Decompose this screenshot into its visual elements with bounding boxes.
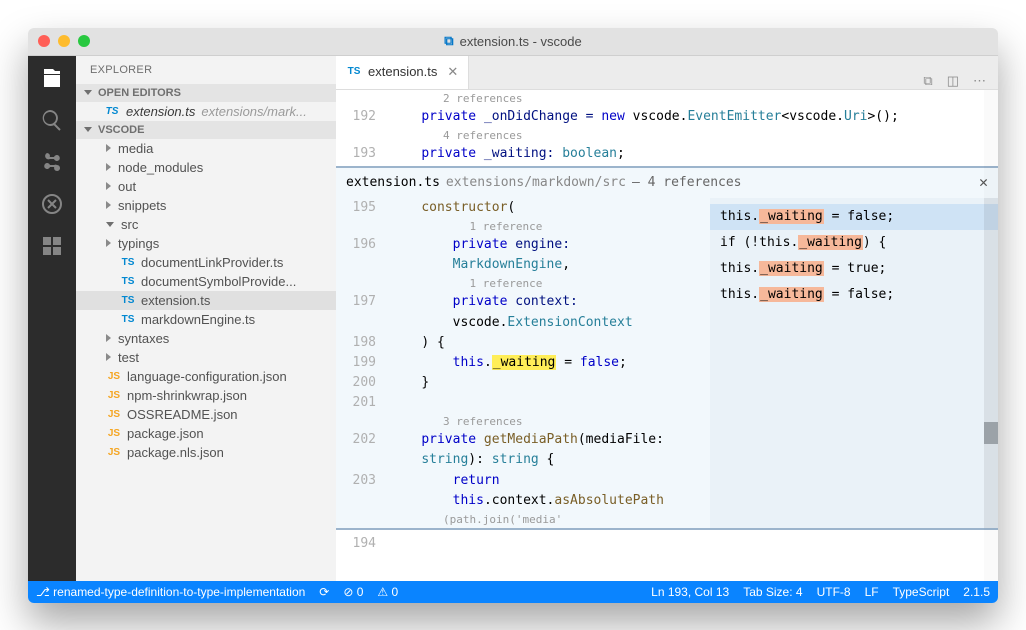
language-mode[interactable]: TypeScript bbox=[893, 585, 950, 599]
ts-file-icon: TS bbox=[120, 257, 136, 268]
minimize-window-button[interactable] bbox=[58, 35, 70, 47]
scm-icon[interactable] bbox=[40, 150, 64, 174]
close-tab-icon[interactable]: ✕ bbox=[447, 64, 458, 80]
search-icon[interactable] bbox=[40, 108, 64, 132]
file-item[interactable]: TSmarkdownEngine.ts bbox=[76, 310, 336, 329]
titlebar: ⧉ extension.ts - vscode bbox=[28, 28, 998, 56]
reference-item[interactable]: this._waiting = false; bbox=[710, 282, 998, 308]
sync-icon[interactable]: ⟳ bbox=[319, 585, 329, 599]
editor-group: TS extension.ts ✕ ⧉ ◫ ⋯ 2 references 192… bbox=[336, 56, 998, 581]
eol[interactable]: LF bbox=[865, 585, 879, 599]
window-title: extension.ts - vscode bbox=[460, 34, 582, 49]
open-editors-header[interactable]: OPEN EDITORS bbox=[76, 84, 336, 102]
version[interactable]: 2.1.5 bbox=[963, 585, 990, 599]
status-bar: ⎇ renamed-type-definition-to-type-implem… bbox=[28, 581, 998, 603]
close-window-button[interactable] bbox=[38, 35, 50, 47]
js-file-icon: JS bbox=[106, 390, 122, 401]
editor-scrollbar[interactable] bbox=[984, 90, 998, 581]
reference-item[interactable]: if (!this._waiting) { bbox=[710, 230, 998, 256]
workspace-header[interactable]: VSCODE bbox=[76, 121, 336, 139]
file-item[interactable]: JSpackage.json bbox=[76, 424, 336, 443]
debug-icon[interactable] bbox=[40, 192, 64, 216]
explorer-icon[interactable] bbox=[40, 66, 64, 90]
errors-count[interactable]: ⊘ 0 bbox=[343, 585, 363, 599]
git-branch[interactable]: ⎇ renamed-type-definition-to-type-implem… bbox=[36, 585, 305, 599]
app-window: ⧉ extension.ts - vscode EXPLORER OPEN EDI… bbox=[28, 28, 998, 603]
file-tree: medianode_modulesoutsnippetssrctypingsTS… bbox=[76, 139, 336, 462]
file-item[interactable]: TSextension.ts bbox=[76, 291, 336, 310]
file-item[interactable]: TSdocumentSymbolProvide... bbox=[76, 272, 336, 291]
js-file-icon: JS bbox=[106, 409, 122, 420]
ts-file-icon: TS bbox=[346, 66, 362, 77]
folder-item[interactable]: node_modules bbox=[76, 158, 336, 177]
extensions-icon[interactable] bbox=[40, 234, 64, 258]
folder-item[interactable]: snippets bbox=[76, 196, 336, 215]
js-file-icon: JS bbox=[106, 447, 122, 458]
activity-bar bbox=[28, 56, 76, 581]
peek-count: – 4 references bbox=[632, 173, 742, 193]
ts-file-icon: TS bbox=[120, 276, 136, 287]
file-item[interactable]: JSpackage.nls.json bbox=[76, 443, 336, 462]
more-actions-icon[interactable]: ⋯ bbox=[973, 73, 986, 89]
folder-item[interactable]: out bbox=[76, 177, 336, 196]
file-item[interactable]: JSnpm-shrinkwrap.json bbox=[76, 386, 336, 405]
folder-item[interactable]: typings bbox=[76, 234, 336, 253]
encoding[interactable]: UTF-8 bbox=[817, 585, 851, 599]
js-file-icon: JS bbox=[106, 371, 122, 382]
tab-bar: TS extension.ts ✕ ⧉ ◫ ⋯ bbox=[336, 56, 998, 90]
reference-item[interactable]: this._waiting = false; bbox=[710, 204, 998, 230]
peek-references-icon[interactable]: ⧉ bbox=[923, 73, 932, 89]
file-item[interactable]: TSdocumentLinkProvider.ts bbox=[76, 253, 336, 272]
references-list: this._waiting = false;if (!this._waiting… bbox=[710, 198, 998, 528]
folder-item[interactable]: test bbox=[76, 348, 336, 367]
code-area[interactable]: 2 references 192 private _onDidChange = … bbox=[336, 90, 998, 581]
warnings-count[interactable]: ⚠ 0 bbox=[377, 585, 398, 599]
vs-logo-icon: ⧉ bbox=[444, 33, 453, 49]
open-editor-item[interactable]: TS extension.ts extensions/mark... bbox=[76, 102, 336, 121]
ts-file-icon: TS bbox=[120, 295, 136, 306]
tab-extension-ts[interactable]: TS extension.ts ✕ bbox=[336, 55, 469, 89]
sidebar-title: EXPLORER bbox=[76, 56, 336, 84]
cursor-position[interactable]: Ln 193, Col 13 bbox=[651, 585, 729, 599]
indent-setting[interactable]: Tab Size: 4 bbox=[743, 585, 802, 599]
maximize-window-button[interactable] bbox=[78, 35, 90, 47]
reference-item[interactable]: this._waiting = true; bbox=[710, 256, 998, 282]
file-item[interactable]: JSOSSREADME.json bbox=[76, 405, 336, 424]
ts-file-icon: TS bbox=[120, 314, 136, 325]
explorer-sidebar: EXPLORER OPEN EDITORS TS extension.ts ex… bbox=[76, 56, 336, 581]
peek-path: extensions/markdown/src bbox=[446, 173, 626, 193]
folder-item[interactable]: src bbox=[76, 215, 336, 234]
peek-filename[interactable]: extension.ts bbox=[346, 173, 440, 193]
file-item[interactable]: JSlanguage-configuration.json bbox=[76, 367, 336, 386]
split-editor-icon[interactable]: ◫ bbox=[947, 73, 959, 89]
folder-item[interactable]: media bbox=[76, 139, 336, 158]
references-peek: extension.ts extensions/markdown/src – 4… bbox=[336, 166, 998, 530]
folder-item[interactable]: syntaxes bbox=[76, 329, 336, 348]
js-file-icon: JS bbox=[106, 428, 122, 439]
ts-file-icon: TS bbox=[104, 106, 120, 117]
